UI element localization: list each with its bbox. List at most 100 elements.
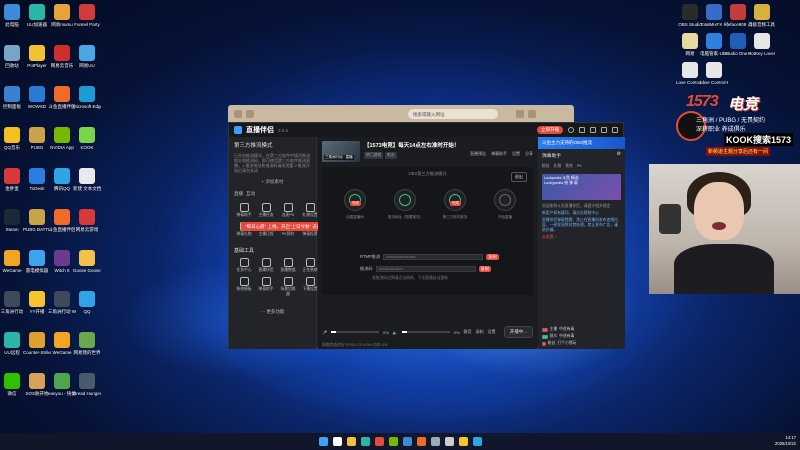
- mic-icon[interactable]: 🎤: [322, 330, 327, 335]
- taskbar-app-icon[interactable]: [360, 437, 370, 446]
- tool-button[interactable]: 主播任务: [257, 203, 275, 218]
- desktop-icon[interactable]: Goose Goose Duck: [73, 250, 101, 273]
- desktop-icon[interactable]: QQ: [73, 291, 101, 314]
- desktop-icon[interactable]: 斗鱼直播伴侣: [48, 86, 76, 109]
- share-button[interactable]: 分享: [525, 151, 533, 157]
- stream-key-field[interactable]: ••••••••••••••••••••: [375, 266, 476, 272]
- chat-username[interactable]: 粉丝: [548, 341, 556, 346]
- desktop-icon[interactable]: Dread Hunger: [73, 373, 101, 396]
- taskbar-app-icon[interactable]: [458, 437, 468, 446]
- desktop-icon[interactable]: Witch It: [48, 250, 76, 273]
- desktop-icon[interactable]: 网易云音乐: [48, 45, 76, 68]
- preview-button[interactable]: 直播预告: [470, 151, 486, 157]
- room-title[interactable]: 【1573电竞】每天14点左右准时开始！: [364, 141, 459, 149]
- tool-button[interactable]: 弹幕助手: [257, 277, 275, 297]
- desktop-icon[interactable]: 网易UU: [73, 45, 101, 68]
- desktop-icon[interactable]: 雷电模拟器: [23, 250, 51, 273]
- speaker-volume-slider[interactable]: [401, 331, 450, 333]
- right-banner[interactable]: 斗鱼主力支持的OBS推流: [538, 137, 625, 149]
- desktop-icon[interactable]: 斗鱼直播伴侣: [48, 209, 76, 232]
- taskbar-app-icon[interactable]: [402, 437, 412, 446]
- tool-button[interactable]: 直播数据: [279, 258, 297, 273]
- rtmp-url-field[interactable]: ••••••••••••••••••••••••: [383, 254, 484, 260]
- system-tray[interactable]: 14:17 2025/10/22: [775, 435, 796, 447]
- promo-video[interactable]: Luckpedia 斗鱼 精选 Luckypedia 快 弹 幕: [542, 174, 621, 200]
- forward-icon[interactable]: [246, 110, 254, 118]
- extensions-icon[interactable]: [516, 110, 524, 118]
- desktop-icon[interactable]: 新建 文本文档: [73, 168, 101, 191]
- tool-button[interactable]: 礼物设置: [301, 203, 319, 218]
- tab-pk[interactable]: PK: [577, 164, 582, 169]
- taskbar-app-icon[interactable]: [346, 437, 356, 446]
- mode-title[interactable]: 第三方推流模式: [229, 137, 316, 153]
- desktop-icon[interactable]: SOS肤开始: [23, 373, 51, 396]
- desktop-icon[interactable]: Microsoft Edge: [73, 86, 101, 109]
- settings-button[interactable]: 设置: [488, 329, 496, 335]
- desktop-icon[interactable]: PotPlayer: [23, 45, 51, 68]
- tab-vip[interactable]: 贵宾: [565, 164, 573, 169]
- tool-button[interactable]: 连麦PK: [279, 203, 297, 218]
- desktop-icon[interactable]: UU加速器: [23, 4, 51, 27]
- help-message[interactable]: 新用户如有疑问，请点击帮助中心: [538, 210, 625, 217]
- taskbar-app-icon[interactable]: [430, 437, 440, 446]
- tab-fans[interactable]: 粉丝: [542, 164, 550, 169]
- taskbar-app-icon[interactable]: [332, 437, 342, 446]
- tool-button[interactable]: 装修模板: [235, 277, 253, 297]
- desktop-icon[interactable]: PUBG: [23, 127, 51, 150]
- tool-button[interactable]: 直播伴侣: [257, 258, 275, 273]
- start-stream-button[interactable]: 开播中...: [503, 326, 533, 338]
- desktop-icon[interactable]: 腾讯QQ: [48, 168, 76, 191]
- desktop-icon[interactable]: 网易我的世界: [73, 332, 101, 355]
- menu-icon[interactable]: [579, 127, 585, 133]
- more-tools-button[interactable]: ··· 更多功能: [229, 309, 316, 315]
- desktop-icon[interactable]: WOWSD: [23, 86, 51, 109]
- view-link[interactable]: 去查看 >: [538, 234, 625, 241]
- desktop-icon[interactable]: WeGame: [48, 332, 76, 355]
- desktop-icon[interactable]: KOOK: [73, 127, 101, 150]
- address-bar[interactable]: 搜索或输入网址: [408, 109, 498, 119]
- desktop-icon[interactable]: 高级音频工具 - 快捷方式: [748, 4, 776, 27]
- back-icon[interactable]: [234, 110, 242, 118]
- tab-gifts[interactable]: 礼物: [554, 164, 562, 169]
- taskbar-app-icon[interactable]: [416, 437, 426, 446]
- desktop-icon[interactable]: ToDesk: [23, 168, 51, 191]
- tool-button[interactable]: 下播设置: [301, 277, 319, 297]
- taskbar-app-icon[interactable]: [472, 437, 482, 446]
- profile-icon[interactable]: [528, 110, 536, 118]
- desktop-icon[interactable]: 网易mumu: [48, 4, 76, 27]
- go-live-button[interactable]: 立即开播: [537, 126, 563, 134]
- room-tag[interactable]: 射击: [385, 152, 397, 159]
- close-button[interactable]: [612, 127, 618, 133]
- tab-live[interactable]: 直播: [234, 191, 243, 197]
- copy-rtmp-button[interactable]: 复制: [486, 254, 499, 260]
- desktop-icon[interactable]: YY开播: [23, 291, 51, 314]
- desktop-icon[interactable]: PUBG BATTLEGR...: [23, 209, 51, 232]
- desktop-icon[interactable]: Counter-Strike 2: [23, 332, 51, 355]
- record-button[interactable]: 录制: [476, 329, 484, 335]
- room-tag[interactable]: 热门游戏: [364, 152, 384, 159]
- tab-interact[interactable]: 互动: [246, 191, 255, 197]
- mic-volume-slider[interactable]: [330, 331, 379, 333]
- taskbar-app-icon[interactable]: [388, 437, 398, 446]
- desktop-icon[interactable]: HotKey Lover Control...: [748, 33, 776, 56]
- room-settings-button[interactable]: 设置: [512, 151, 520, 157]
- minimize-button[interactable]: [590, 127, 596, 133]
- copy-key-button[interactable]: 复制: [478, 266, 491, 272]
- room-cover-thumbnail[interactable]: 三角洲行动 · 直播: [322, 141, 360, 162]
- desktop-icon[interactable]: 网易云游戏: [73, 209, 101, 232]
- danmu-button[interactable]: 弹幕助手: [491, 151, 507, 157]
- tool-button[interactable]: 正在装修: [301, 258, 319, 273]
- desktop-icon[interactable]: 三角洲行动 WeGame版: [48, 291, 76, 314]
- taskbar-app-icon[interactable]: [374, 437, 384, 446]
- desktop-icon[interactable]: Love Control-R...: [700, 62, 728, 85]
- tool-button[interactable]: 场景切换器: [279, 277, 297, 297]
- chat-username[interactable]: 观众: [550, 334, 558, 339]
- exit-mode-button[interactable]: 退出: [510, 172, 527, 182]
- tool-button[interactable]: 弹幕助手: [235, 203, 253, 218]
- taskbar-app-icon[interactable]: [318, 437, 328, 446]
- speaker-icon[interactable]: 🔈: [393, 330, 398, 335]
- settings-icon[interactable]: ⚙: [617, 152, 621, 159]
- tool-button[interactable]: 任务中心: [235, 258, 253, 273]
- avatar[interactable]: [568, 127, 574, 133]
- mute-button[interactable]: 静音: [464, 329, 472, 335]
